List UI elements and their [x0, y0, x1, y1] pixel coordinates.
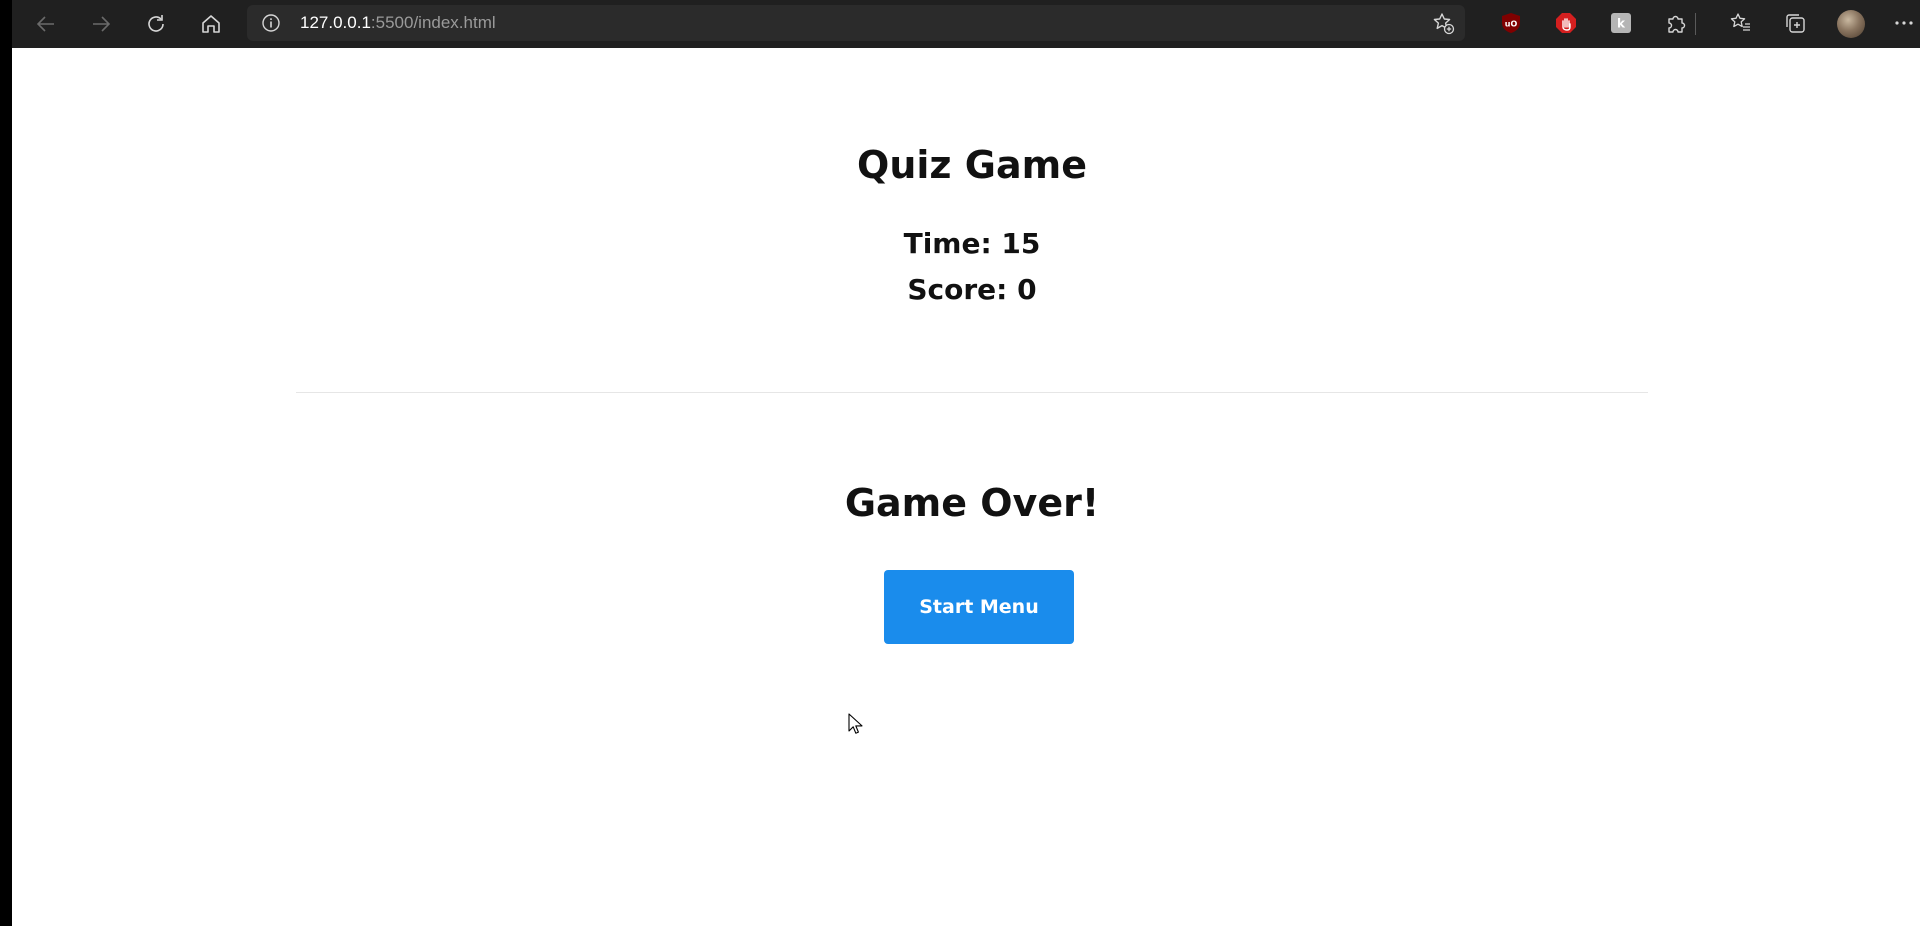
ublock-origin-icon: uO	[1502, 13, 1520, 33]
info-icon[interactable]	[261, 13, 281, 33]
home-icon	[202, 15, 220, 33]
game-over-heading: Game Over!	[844, 481, 1100, 525]
more-icon	[1895, 21, 1913, 25]
svg-text:k: k	[1617, 17, 1626, 31]
back-button[interactable]	[28, 6, 64, 42]
url-text[interactable]: 127.0.0.1:5500/index.html	[300, 5, 496, 41]
arrow-right-icon	[93, 16, 111, 32]
ublock-origin-button[interactable]: uO	[1499, 11, 1523, 35]
more-button[interactable]	[1892, 11, 1916, 35]
page-title: Quiz Game	[857, 143, 1087, 187]
collections-icon	[1786, 14, 1805, 33]
url-host: 127.0.0.1	[300, 13, 371, 32]
favorites-button[interactable]	[1728, 11, 1752, 35]
favorites-icon	[1730, 13, 1750, 31]
arrow-left-icon	[36, 16, 54, 32]
home-button[interactable]	[193, 6, 229, 42]
address-bar[interactable]: 127.0.0.1:5500/index.html	[247, 5, 1465, 41]
profile-avatar[interactable]	[1837, 10, 1865, 38]
extension-k-icon: k	[1611, 13, 1631, 33]
adblock-button[interactable]	[1554, 11, 1578, 35]
puzzle-icon	[1668, 15, 1686, 33]
section-divider	[296, 392, 1648, 393]
adblock-hand-icon	[1556, 13, 1576, 33]
page-viewport: Quiz Game Time: 15 Score: 0 Game Over! S…	[12, 48, 1920, 926]
mouse-cursor-icon	[848, 713, 863, 734]
extensions-button[interactable]	[1664, 11, 1688, 35]
forward-button[interactable]	[83, 6, 119, 42]
refresh-button[interactable]	[138, 6, 174, 42]
extension-k-button[interactable]: k	[1609, 11, 1633, 35]
screen: 127.0.0.1:5500/index.html uO k Quiz Game…	[0, 0, 1920, 926]
star-add-icon	[1433, 13, 1455, 35]
score-label: Score: 0	[907, 273, 1037, 306]
collections-button[interactable]	[1783, 11, 1807, 35]
svg-text:uO: uO	[1505, 20, 1518, 29]
start-menu-button[interactable]: Start Menu	[884, 570, 1074, 644]
url-path: :5500/index.html	[370, 13, 496, 32]
refresh-icon	[148, 15, 164, 32]
timer-label: Time: 15	[903, 227, 1041, 260]
browser-toolbar: 127.0.0.1:5500/index.html uO k	[12, 0, 1920, 48]
toolbar-divider	[1695, 13, 1696, 35]
add-favorite-button[interactable]	[1431, 11, 1455, 35]
